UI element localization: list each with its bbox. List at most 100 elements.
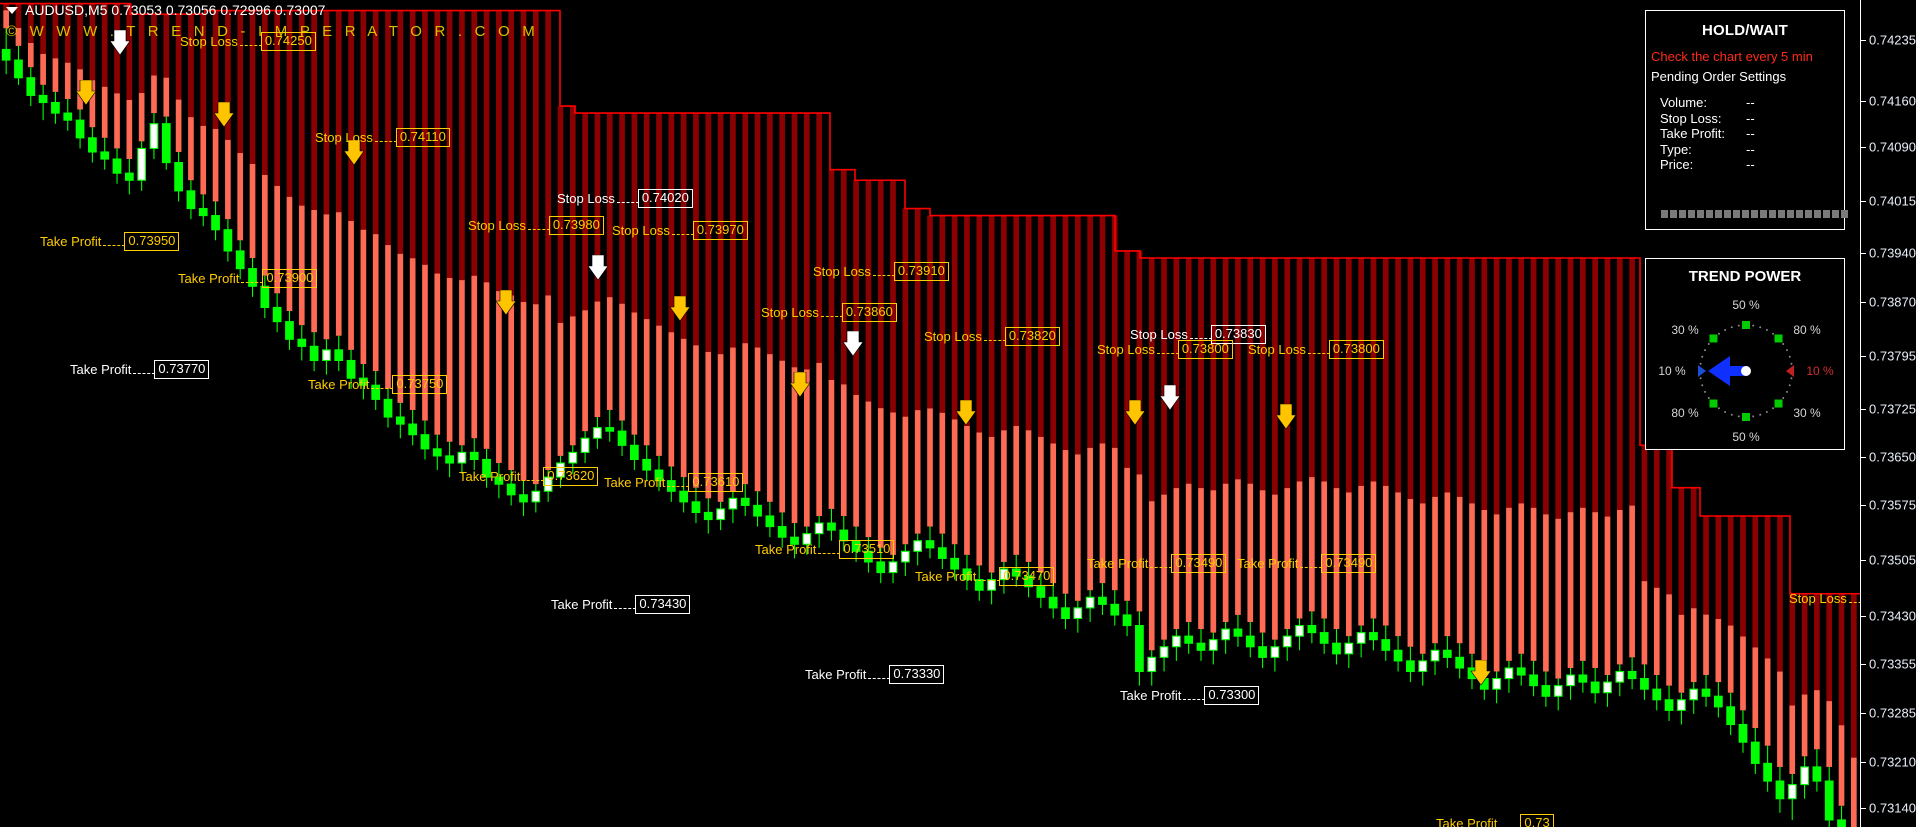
- gauge-marker: [1774, 334, 1783, 343]
- gauge-ring-dot: [1724, 329, 1727, 332]
- take-profit-marker[interactable]: Take Profit 0.73330: [805, 665, 945, 684]
- take-profit-marker[interactable]: Take Profit 0.73510: [755, 540, 895, 559]
- candle-body: [1159, 646, 1169, 658]
- trend-bar-light: [385, 245, 391, 389]
- candle-body: [1455, 656, 1465, 669]
- stop-loss-marker[interactable]: Stop Loss 0.73970: [612, 221, 748, 240]
- price-axis-tick: [1861, 40, 1866, 41]
- stop-loss-marker[interactable]: Stop Loss 0.73860: [761, 303, 897, 322]
- trend-bar-light: [853, 394, 859, 527]
- take-profit-marker[interactable]: Take Profit 0.73950: [40, 232, 180, 251]
- gauge-percent-label: 50 %: [1732, 298, 1760, 312]
- take-profit-marker[interactable]: Take Profit 0.73470: [915, 567, 1055, 586]
- trend-bar-light: [1851, 757, 1857, 827]
- marker-price-box: 0.74250: [260, 32, 316, 51]
- marker-leader-line: [527, 228, 550, 230]
- candle-body: [1344, 642, 1354, 655]
- gauge-ring-dot: [1699, 377, 1702, 380]
- take-profit-marker[interactable]: Take Profit 0.73490: [1237, 554, 1377, 573]
- candlestick-svg: [0, 2, 1860, 827]
- price-axis[interactable]: 0.74235 0.74160 0.74090 0.74015 0.73940 0.738…: [1860, 0, 1916, 827]
- trend-bar-dark: [532, 10, 539, 305]
- marker-label: Take Profit: [178, 270, 240, 286]
- take-profit-marker[interactable]: Take Profit 0.73300: [1120, 686, 1260, 705]
- candle-body: [1837, 819, 1846, 827]
- trend-bar-light: [1727, 625, 1734, 693]
- trend-bar-dark: [335, 10, 342, 213]
- trend-bar-dark: [865, 180, 872, 402]
- pending-order-value: --: [1746, 157, 1755, 172]
- take-profit-marker[interactable]: Take Profit 0.73770: [70, 360, 210, 379]
- trend-bar-light: [27, 42, 34, 68]
- marker-price-box: 0.73910: [893, 262, 949, 281]
- take-profit-marker[interactable]: Take Profit 0.73750: [308, 375, 448, 394]
- take-profit-marker[interactable]: Take Profit 0.73900: [178, 269, 318, 288]
- candle-body: [1073, 607, 1083, 620]
- marker-leader-line: [820, 315, 843, 317]
- trend-power-panel[interactable]: TREND POWER 50 % 30 % 80 % 10 % 10 % 80 % 30 %…: [1645, 258, 1845, 450]
- trend-bar-dark: [1703, 515, 1709, 615]
- marker-price-box: 0.74020: [637, 189, 693, 208]
- candle-body: [753, 504, 762, 517]
- candle-body: [937, 547, 947, 559]
- progress-segment: [1697, 210, 1704, 218]
- take-profit-marker[interactable]: Take Profit 0.73620: [459, 467, 599, 486]
- candle-body: [445, 455, 454, 464]
- trend-bar-light: [693, 345, 699, 488]
- candle-body: [432, 448, 442, 457]
- trend-bar-dark: [1592, 258, 1598, 513]
- candle-body: [112, 158, 122, 174]
- candle-body: [1393, 649, 1403, 662]
- marker-label: Take Profit: [915, 568, 977, 584]
- gauge-marker: [1742, 413, 1750, 421]
- trend-bar-light: [1678, 614, 1685, 693]
- stop-loss-marker[interactable]: Stop Loss 0.73980: [468, 216, 604, 235]
- trend-bar-light: [286, 196, 293, 311]
- hold-wait-panel[interactable]: HOLD/WAIT Check the chart every 5 min Pe…: [1645, 10, 1848, 230]
- candle-body: [1516, 667, 1526, 676]
- trend-bar-dark: [372, 10, 379, 235]
- candle-body: [1492, 678, 1501, 690]
- candle-body: [186, 190, 196, 210]
- candle-body: [642, 458, 652, 471]
- take-profit-marker[interactable]: Take Profit 0.73: [1436, 814, 1554, 827]
- progress-segment: [1688, 210, 1695, 218]
- stop-loss-marker[interactable]: Stop Loss 0.73800: [1248, 340, 1384, 359]
- trend-bar-light: [101, 86, 108, 138]
- arrow-shape: [955, 400, 977, 426]
- pending-order-row: Take Profit: --: [1646, 126, 1844, 142]
- stop-loss-marker[interactable]: Stop Loss 0.73800: [1097, 340, 1233, 359]
- pending-order-value: --: [1746, 126, 1755, 141]
- candle-body: [1615, 670, 1625, 683]
- trend-bar-dark: [557, 106, 564, 323]
- stop-loss-marker[interactable]: Stop Loss 0.73820: [924, 327, 1060, 346]
- marker-leader-line: [978, 579, 1001, 581]
- trend-bar-dark: [348, 10, 354, 221]
- stop-loss-marker[interactable]: Stop Loss 0.74110: [315, 128, 450, 147]
- trend-bar-dark: [1653, 445, 1660, 588]
- take-profit-marker[interactable]: Take Profit 0.73610: [604, 473, 744, 492]
- candle-body: [1245, 635, 1255, 648]
- stop-loss-marker[interactable]: Stop Loss 0.73910: [813, 262, 949, 281]
- trend-bar-light: [1296, 481, 1303, 619]
- marker-label: Take Profit: [70, 361, 132, 377]
- arrow-shape: [495, 290, 517, 316]
- gauge-ring-dot: [1717, 407, 1720, 410]
- candle-body: [211, 215, 220, 231]
- trend-bar-light: [1789, 705, 1796, 774]
- stop-loss-marker[interactable]: Stop Loss 0.74250: [180, 32, 316, 51]
- progress-segment: [1796, 210, 1803, 218]
- candle-body: [580, 437, 590, 453]
- take-profit-marker[interactable]: Take Profit 0.73490: [1087, 554, 1227, 573]
- chart-plot-area[interactable]: [0, 0, 1860, 827]
- progress-segment: [1832, 210, 1839, 218]
- candle-body: [617, 430, 627, 446]
- stop-loss-marker[interactable]: Stop Loss 0.74020: [557, 189, 693, 208]
- trend-bar-dark: [1456, 258, 1463, 497]
- take-profit-marker[interactable]: Take Profit 0.73430: [551, 595, 691, 614]
- pending-order-value: --: [1746, 95, 1755, 110]
- trend-bar-light: [582, 310, 588, 432]
- trend-bar-light: [742, 343, 749, 485]
- price-axis-label: 0.73140: [1869, 800, 1916, 816]
- candle-body: [272, 306, 282, 323]
